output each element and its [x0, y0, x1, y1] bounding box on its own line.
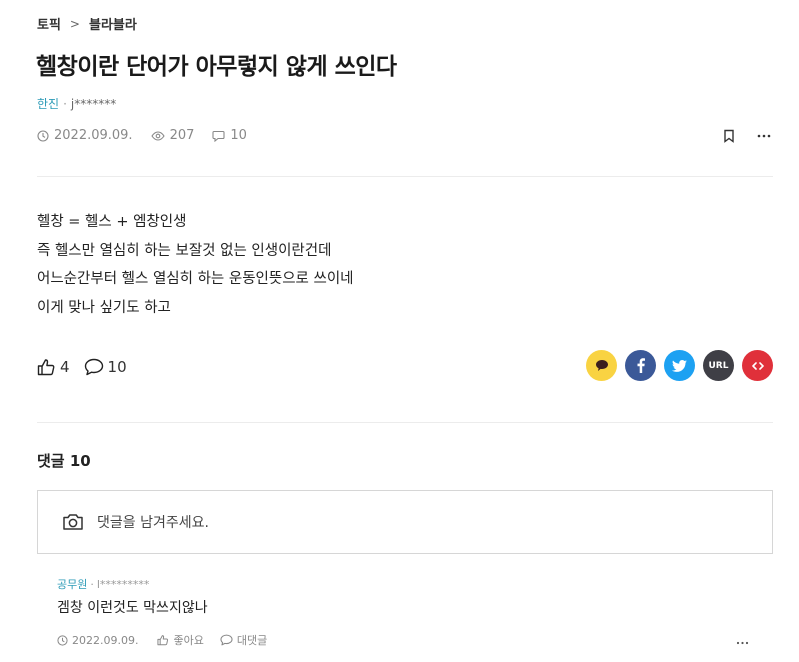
- comment-reply-button[interactable]: 대댓글: [220, 632, 267, 648]
- more-options-icon[interactable]: [757, 134, 771, 138]
- like-count: 4: [60, 358, 70, 376]
- twitter-share-button[interactable]: [664, 350, 695, 381]
- breadcrumb-separator: >: [69, 16, 80, 31]
- comment-meta: 2022.09.09. 좋아요 대댓글: [57, 632, 283, 648]
- post-views: 207: [150, 128, 195, 143]
- breadcrumb-board[interactable]: 블라블라: [89, 14, 137, 33]
- embed-share-button[interactable]: [742, 350, 773, 381]
- post-date-text: 2022.09.09.: [54, 128, 133, 143]
- breadcrumb-topic[interactable]: 토픽: [37, 14, 61, 33]
- kakao-share-button[interactable]: [586, 350, 617, 381]
- comment-like-label: 좋아요: [173, 634, 204, 647]
- header-divider: [37, 176, 773, 177]
- breadcrumb: 토픽 > 블라블라: [37, 14, 137, 34]
- thumbs-up-icon: [37, 359, 55, 376]
- comment-more-options-icon[interactable]: [736, 632, 749, 651]
- post-body-line: 이게 맞나 싶기도 하고: [37, 299, 171, 316]
- comment-input-placeholder: 댓글을 남겨주세요.: [97, 515, 209, 531]
- post-title: 헬창이란 단어가 아무렇지 않게 쓰인다: [36, 54, 397, 80]
- thumbs-up-icon: [157, 635, 169, 646]
- comments-title: 댓글 10: [37, 452, 91, 470]
- author-separator: ·: [63, 96, 67, 111]
- comment-author-id: l*********: [96, 577, 150, 591]
- comment-date: 2022.09.09.: [57, 634, 138, 647]
- speech-bubble-icon: [220, 634, 233, 646]
- share-buttons: URL: [578, 350, 773, 381]
- post-author: 한진 · j*******: [37, 95, 116, 112]
- author-id: j*******: [70, 96, 117, 111]
- speech-bubble-icon: [84, 358, 103, 376]
- post-comment-count: 10: [212, 128, 247, 143]
- kakao-talk-icon: [595, 360, 608, 371]
- comment-reply-label: 대댓글: [236, 634, 268, 647]
- post-reactions: 4 10: [37, 358, 141, 376]
- url-share-label: URL: [708, 360, 729, 371]
- comment-icon: [212, 130, 225, 142]
- comment-date-text: 2022.09.09.: [72, 633, 139, 647]
- twitter-icon: [672, 359, 687, 372]
- comment-author: 공무원 · l*********: [57, 576, 149, 592]
- camera-icon[interactable]: [62, 513, 84, 531]
- post-date: 2022.09.09.: [37, 128, 133, 143]
- post-actions: [701, 129, 771, 143]
- post-body-line: 헬창 = 헬스 + 엠창인생: [37, 214, 187, 230]
- facebook-share-button[interactable]: [625, 350, 656, 381]
- code-icon: [751, 361, 764, 370]
- clock-icon: [57, 634, 68, 646]
- post-body-line: 어느순간부터 헬스 열심히 하는 운동인뜻으로 쓰이네: [37, 271, 354, 287]
- author-company[interactable]: 한진: [37, 95, 59, 112]
- post-meta: 2022.09.09. 207 10: [37, 128, 265, 143]
- clock-icon: [37, 129, 49, 142]
- comment-input[interactable]: 댓글을 남겨주세요.: [37, 490, 773, 554]
- comments-divider: [37, 422, 773, 423]
- comment-like-button[interactable]: 좋아요: [157, 632, 204, 648]
- facebook-icon: [637, 358, 645, 373]
- post-views-count: 207: [169, 128, 195, 143]
- eye-icon: [150, 130, 165, 141]
- comment-author-company[interactable]: 공무원: [57, 576, 87, 592]
- post-body-line: 즉 헬스만 열심히 하는 보잘것 없는 인생이란건데: [37, 242, 332, 259]
- post-body: 헬창 = 헬스 + 엠창인생 즉 헬스만 열심히 하는 보잘것 없는 인생이란건…: [37, 208, 354, 322]
- post-comment-count-text: 10: [230, 128, 247, 143]
- bookmark-icon[interactable]: [723, 129, 735, 143]
- comment-text: 겜창 이런것도 막쓰지않나: [57, 600, 208, 616]
- comment-count: 10: [107, 358, 127, 376]
- url-share-button[interactable]: URL: [703, 350, 734, 381]
- like-button[interactable]: 4: [37, 358, 70, 376]
- comments-button[interactable]: 10: [84, 358, 127, 376]
- comment-author-separator: ·: [90, 577, 94, 591]
